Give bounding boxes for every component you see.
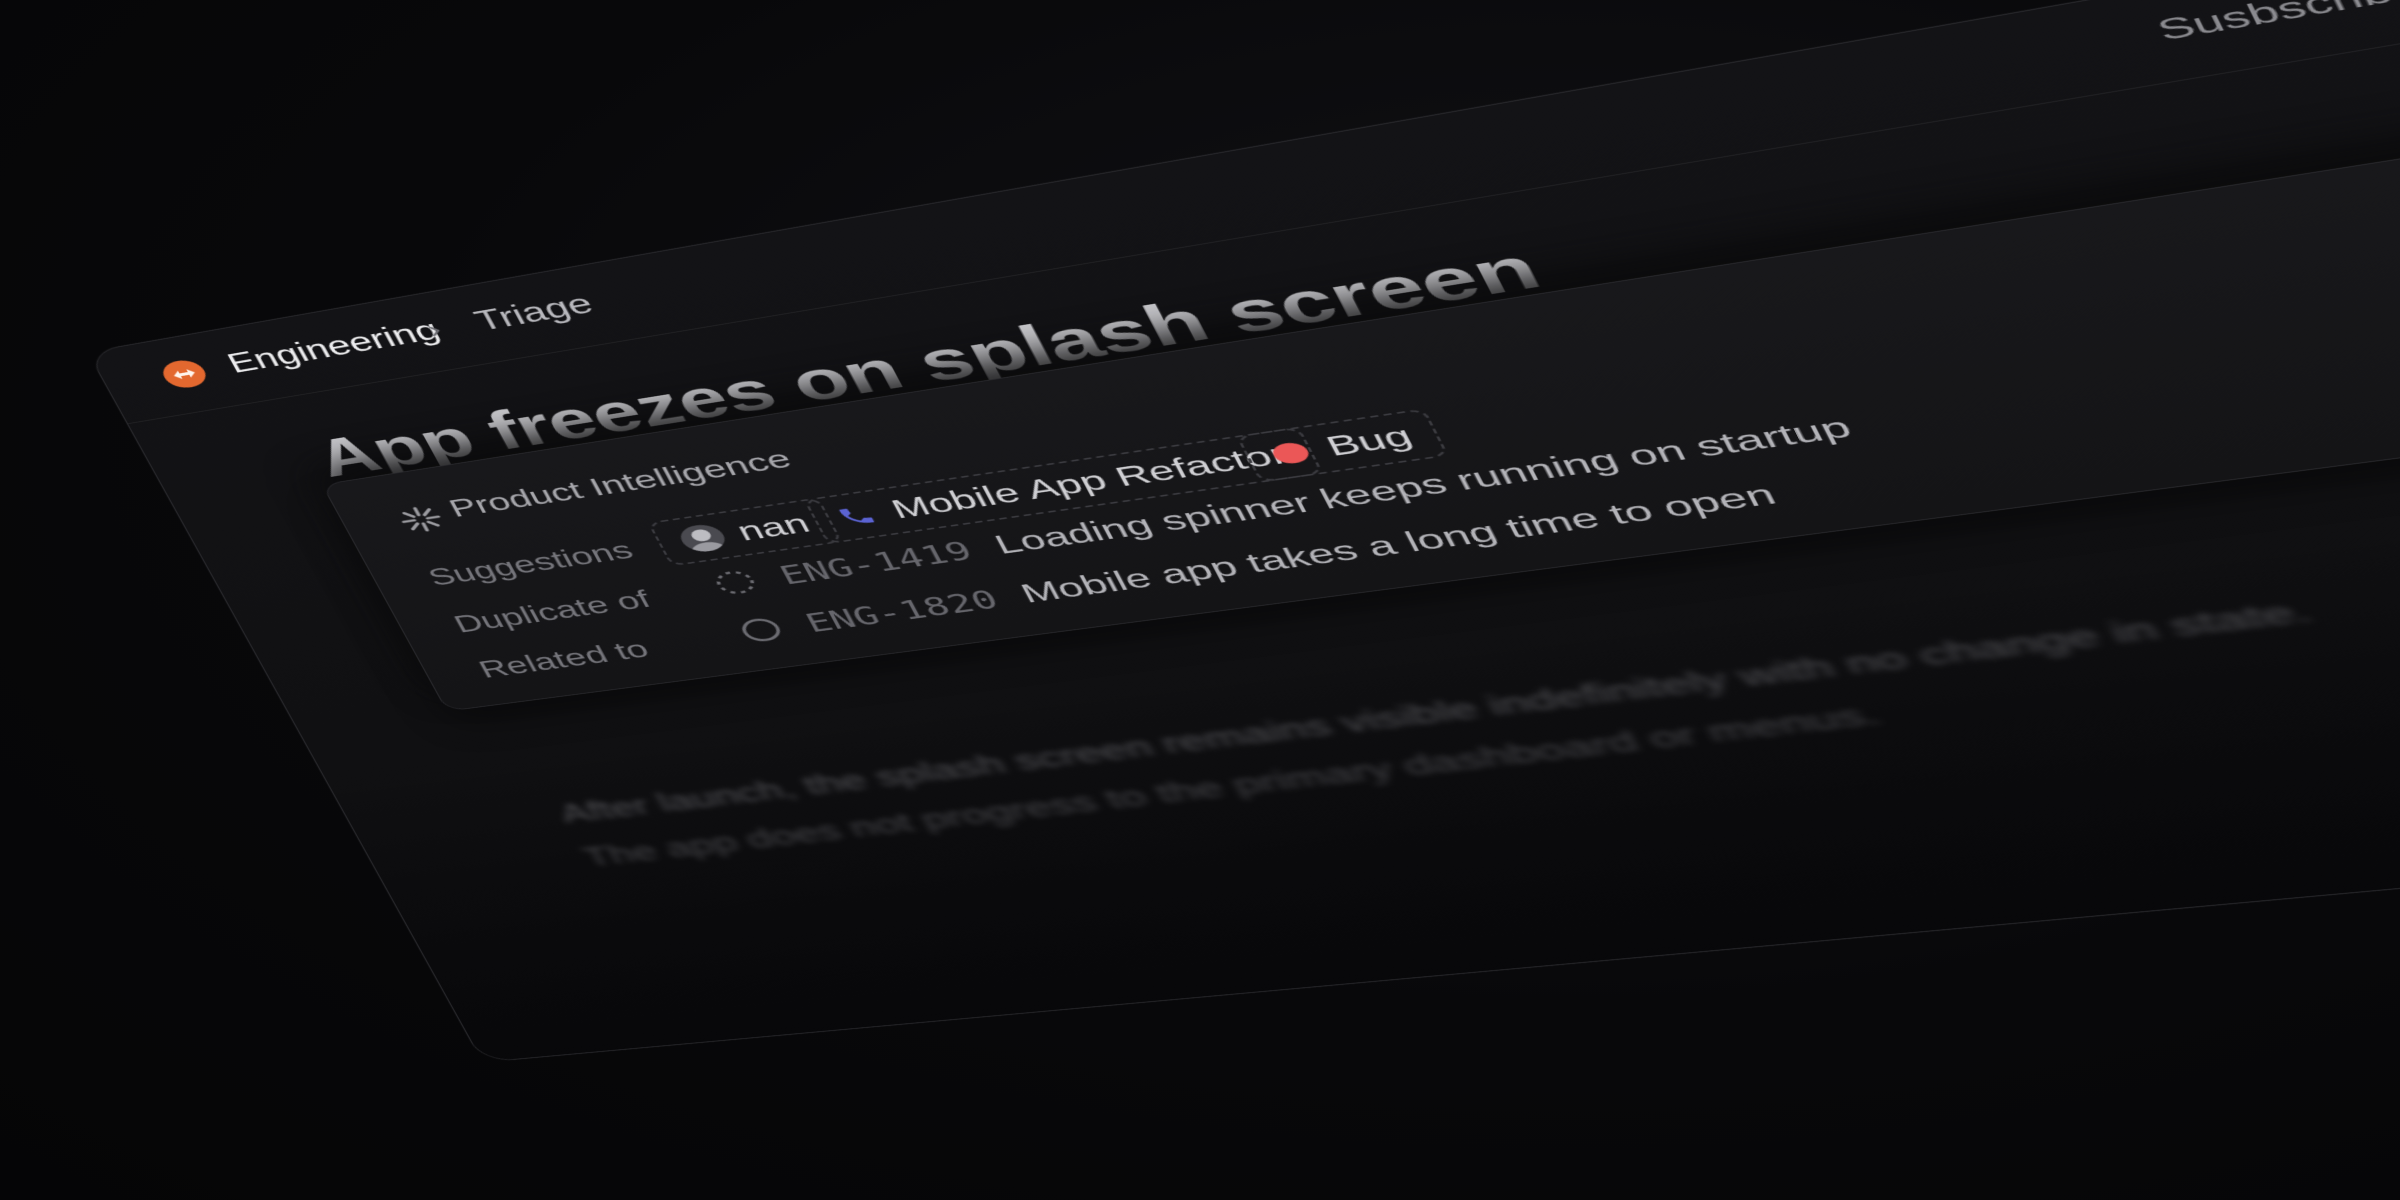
team-logo-icon[interactable]: [157, 357, 212, 391]
related-label: Related to: [473, 634, 654, 683]
breadcrumb-page[interactable]: Triage: [469, 288, 599, 338]
label-name: Bug: [1320, 420, 1419, 463]
stage: Engineering › Triage Susbscribe App free…: [0, 0, 2400, 1200]
issue-window: Engineering › Triage Susbscribe App free…: [87, 0, 2400, 1063]
sparkle-icon: [392, 502, 453, 540]
in-progress-status-icon: [708, 567, 763, 598]
breadcrumb-team[interactable]: Engineering: [222, 314, 446, 379]
avatar: [675, 522, 731, 554]
duplicate-label: Duplicate of: [448, 585, 656, 638]
bug-label-dot-icon: [1268, 440, 1313, 466]
subscribe-button[interactable]: Susbscribe: [2151, 0, 2400, 47]
todo-status-icon: [734, 614, 789, 645]
suggestions-label: Suggestions: [422, 535, 638, 591]
phone-icon: [833, 503, 880, 530]
assignee-name: nan: [731, 508, 815, 547]
issue-id: ENG-1820: [799, 584, 1004, 638]
